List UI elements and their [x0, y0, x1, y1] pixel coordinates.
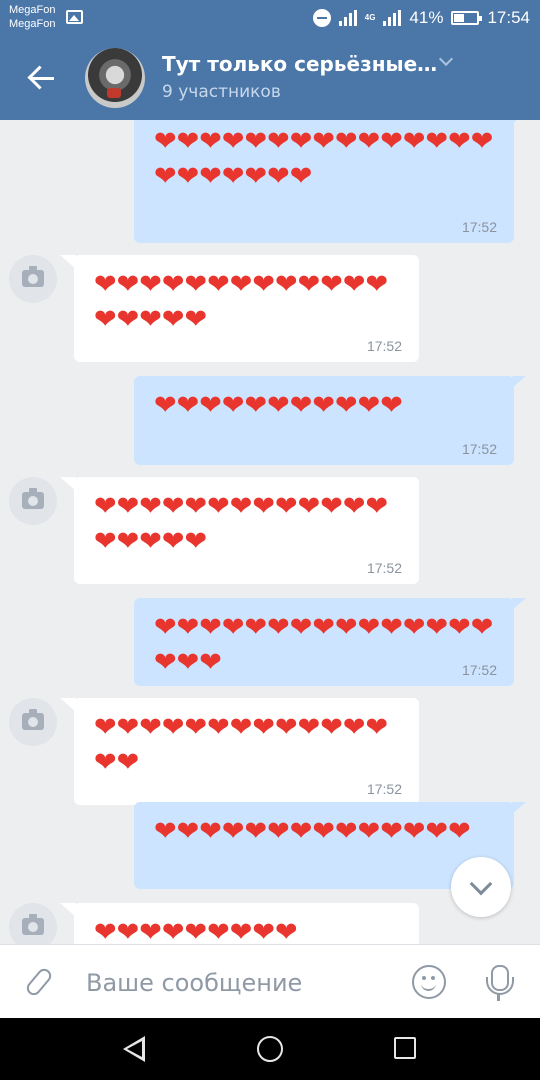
- network-type-label: 4G: [364, 13, 376, 22]
- carrier-labels: MegaFon MegaFon: [9, 3, 55, 31]
- system-nav-bar: [0, 1018, 540, 1080]
- participants-count: 9 участников: [162, 82, 281, 102]
- message-bubble-outgoing[interactable]: ❤❤❤❤❤❤❤❤❤❤❤❤❤❤❤❤❤❤❤❤❤❤ 17:52: [134, 120, 526, 243]
- camera-icon: [22, 266, 44, 287]
- clock: 17:54: [487, 8, 530, 27]
- status-indicators: 4G 41% 17:54: [312, 0, 530, 36]
- chat-title[interactable]: Тут только серьёзные…: [162, 52, 437, 76]
- message-text: ❤❤❤❤❤❤❤❤❤❤❤: [154, 390, 403, 421]
- message-bubble-outgoing[interactable]: ❤❤❤❤❤❤❤❤❤❤❤❤❤❤❤❤❤❤ 17:52: [134, 598, 526, 686]
- message-time: 17:52: [461, 219, 497, 235]
- paperclip-icon: [23, 966, 55, 998]
- message-text: ❤❤❤❤❤❤❤❤❤❤❤❤❤❤❤❤❤❤: [94, 269, 389, 335]
- chat-header: Тут только серьёзные… 9 участников: [0, 36, 540, 120]
- message-bubble-outgoing[interactable]: ❤❤❤❤❤❤❤❤❤❤❤ 17:52: [134, 376, 526, 465]
- message-time: 17:52: [366, 338, 402, 354]
- sender-avatar[interactable]: [9, 698, 57, 746]
- message-time: 17:52: [461, 441, 497, 457]
- sender-avatar[interactable]: [9, 903, 57, 944]
- message-text: ❤❤❤❤❤❤❤❤❤❤❤❤❤❤❤❤❤❤: [94, 491, 389, 557]
- sender-avatar[interactable]: [9, 255, 57, 303]
- signal-icon-2: [383, 10, 402, 26]
- message-time: 17:52: [366, 560, 402, 576]
- message-text: ❤❤❤❤❤❤❤❤❤❤❤❤❤❤: [154, 816, 471, 847]
- message-bubble-incoming[interactable]: ❤❤❤❤❤❤❤❤❤❤❤❤❤❤❤ 17:52: [60, 698, 419, 805]
- chevron-down-icon[interactable]: [438, 51, 454, 67]
- message-composer: [0, 944, 540, 1018]
- message-time: 17:52: [366, 781, 402, 797]
- message-text: ❤❤❤❤❤❤❤❤❤❤❤❤❤❤❤❤❤❤: [154, 612, 494, 678]
- back-arrow-icon[interactable]: [18, 58, 62, 98]
- nav-home-icon[interactable]: [257, 1036, 283, 1062]
- gallery-notification-icon: [66, 10, 83, 24]
- message-list[interactable]: ❤❤❤❤❤❤❤❤❤❤❤❤❤❤❤❤❤❤❤❤❤❤ 17:52 ❤❤❤❤❤❤❤❤❤❤❤…: [0, 120, 540, 944]
- signal-icon: [338, 10, 357, 26]
- scroll-down-button[interactable]: [451, 857, 511, 917]
- camera-icon: [22, 914, 44, 935]
- message-text: ❤❤❤❤❤❤❤❤❤: [94, 917, 298, 944]
- camera-icon: [22, 488, 44, 509]
- do-not-disturb-icon: [312, 9, 331, 27]
- nav-recents-icon[interactable]: [394, 1037, 416, 1059]
- message-input[interactable]: [86, 967, 386, 999]
- microphone-icon[interactable]: [480, 963, 516, 1003]
- attach-button[interactable]: [23, 965, 60, 1001]
- message-bubble-incoming[interactable]: ❤❤❤❤❤❤❤❤❤: [60, 903, 419, 944]
- smile-icon[interactable]: [412, 965, 446, 999]
- carrier-name-2: MegaFon: [9, 18, 56, 30]
- nav-back-icon[interactable]: [122, 1036, 145, 1062]
- message-text: ❤❤❤❤❤❤❤❤❤❤❤❤❤❤❤❤❤❤❤❤❤❤: [154, 126, 494, 192]
- sender-avatar[interactable]: [9, 477, 57, 525]
- camera-icon: [22, 709, 44, 730]
- chat-avatar[interactable]: [85, 48, 145, 108]
- chevron-down-icon: [469, 872, 493, 896]
- message-time: 17:52: [461, 662, 497, 678]
- message-bubble-incoming[interactable]: ❤❤❤❤❤❤❤❤❤❤❤❤❤❤❤❤❤❤ 17:52: [60, 255, 419, 362]
- battery-percent: 41%: [409, 8, 444, 27]
- carrier-name-1: MegaFon: [9, 4, 56, 16]
- message-bubble-incoming[interactable]: ❤❤❤❤❤❤❤❤❤❤❤❤❤❤❤❤❤❤ 17:52: [60, 477, 419, 584]
- status-bar: MegaFon MegaFon 4G 41% 17:54: [0, 0, 540, 36]
- battery-icon: [451, 11, 483, 25]
- message-text: ❤❤❤❤❤❤❤❤❤❤❤❤❤❤❤: [94, 712, 389, 778]
